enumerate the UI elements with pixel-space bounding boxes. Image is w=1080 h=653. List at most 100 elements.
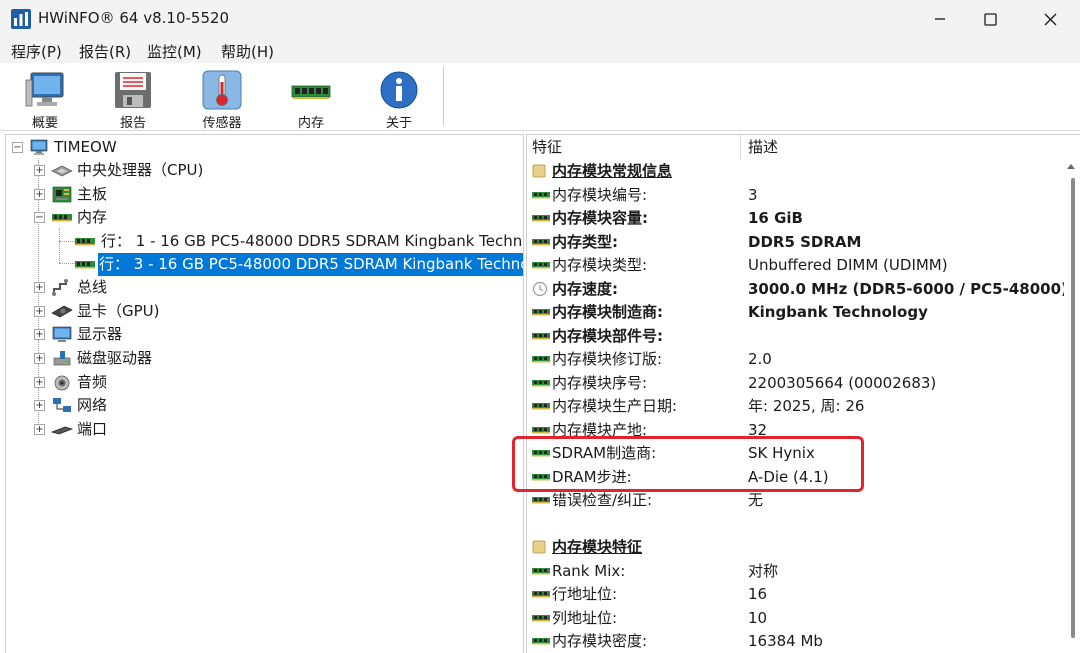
expand-toggle[interactable]: + bbox=[34, 400, 45, 411]
property-row[interactable]: Rank Mix: 对称 bbox=[527, 560, 1057, 583]
toolbar-separator bbox=[443, 67, 444, 125]
tree-item-drives[interactable]: + 磁盘驱动器 bbox=[34, 347, 514, 370]
property-row[interactable]: 内存类型: DDR5 SDRAM bbox=[527, 231, 1057, 254]
close-button[interactable] bbox=[1025, 0, 1075, 38]
minimize-icon bbox=[935, 18, 945, 20]
tree-item-memory-slot-3[interactable]: 行： 3 - 16 GB PC5-48000 DDR5 SDRAM Kingba… bbox=[74, 253, 523, 276]
tree-item-audio[interactable]: + 音频 bbox=[34, 371, 514, 394]
memory-module-icon bbox=[75, 238, 95, 246]
column-header-feature[interactable]: 特征 bbox=[532, 135, 737, 159]
collapse-toggle[interactable]: − bbox=[34, 212, 45, 223]
expand-toggle[interactable]: + bbox=[34, 165, 45, 176]
tree-item-label: 主板 bbox=[77, 185, 108, 203]
property-row[interactable]: 内存模块部件号: bbox=[527, 325, 1057, 348]
menu-bar: 程序(P) 报告(R) 监控(M) 帮助(H) bbox=[0, 38, 1080, 63]
menu-program[interactable]: 程序(P) bbox=[11, 41, 62, 62]
property-row[interactable]: 内存模块类型: Unbuffered DIMM (UDIMM) bbox=[527, 254, 1057, 277]
memory-module-icon bbox=[532, 591, 550, 598]
title-bar: HWiNFO® 64 v8.10-5520 bbox=[0, 0, 1080, 38]
property-key: 错误检查/纠正: bbox=[552, 491, 653, 509]
maximize-icon bbox=[983, 12, 997, 26]
toolbar-about-button[interactable]: 关于 bbox=[364, 66, 434, 131]
section-header[interactable]: 内存模块特征 bbox=[527, 536, 1057, 559]
property-key: 内存模块类型: bbox=[552, 256, 648, 274]
tree-item-label: 总线 bbox=[77, 278, 108, 296]
property-value: 2.0 bbox=[748, 350, 772, 368]
property-row[interactable]: 错误检查/纠正: 无 bbox=[527, 489, 1057, 512]
minimize-button[interactable] bbox=[915, 0, 965, 38]
gpu-icon bbox=[51, 305, 73, 318]
tree-item-memory[interactable]: − 内存 bbox=[34, 206, 514, 229]
toolbar-memory-button[interactable]: 内存 bbox=[276, 66, 346, 131]
display-icon bbox=[52, 326, 72, 342]
tree-item-label: 端口 bbox=[77, 420, 108, 438]
menu-help[interactable]: 帮助(H) bbox=[221, 41, 274, 62]
memory-module-icon bbox=[532, 191, 550, 198]
property-row[interactable]: 内存模块序号: 2200305664 (00002683) bbox=[527, 372, 1057, 395]
expand-toggle[interactable]: + bbox=[34, 424, 45, 435]
memory-module-icon bbox=[532, 332, 550, 339]
property-key: 内存类型: bbox=[552, 232, 618, 251]
property-row[interactable]: 内存模块密度: 16384 Mb bbox=[527, 630, 1057, 653]
property-row[interactable]: 内存模块生产日期: 年: 2025, 周: 26 bbox=[527, 395, 1057, 418]
tree-item-root[interactable]: − TIMEOW bbox=[12, 136, 512, 159]
tree-item-label: 行： 1 - 16 GB PC5-48000 DDR5 SDRAM Kingba… bbox=[101, 232, 524, 250]
tree-connector bbox=[59, 228, 60, 263]
memory-module-icon bbox=[532, 309, 550, 316]
menu-monitor[interactable]: 监控(M) bbox=[147, 41, 202, 62]
expand-toggle[interactable]: + bbox=[34, 282, 45, 293]
property-key: 内存模块序号: bbox=[552, 373, 648, 392]
column-divider[interactable] bbox=[740, 135, 741, 159]
section-header[interactable]: 内存模块常规信息 bbox=[527, 160, 1057, 183]
memory-module-icon bbox=[532, 567, 550, 574]
scrollbar-thumb[interactable] bbox=[1071, 178, 1075, 638]
tree-item-network[interactable]: + 网络 bbox=[34, 394, 514, 417]
memory-icon bbox=[52, 214, 72, 222]
window-title: HWiNFO® 64 v8.10-5520 bbox=[38, 9, 230, 27]
tree-connector bbox=[59, 241, 75, 242]
tree-item-label: 磁盘驱动器 bbox=[77, 349, 153, 367]
details-pane[interactable]: 特征 描述 内存模块常规信息 内存模块编号: 3 内存模块容量: 16 GiB 内存类型:… bbox=[526, 134, 1080, 653]
property-value: 年: 2025, 周: 26 bbox=[748, 397, 865, 415]
tree-item-bus[interactable]: + 总线 bbox=[34, 276, 514, 299]
property-value: Unbuffered DIMM (UDIMM) bbox=[748, 256, 948, 274]
tree-item-label: 中央处理器（CPU) bbox=[77, 161, 204, 179]
expand-toggle[interactable]: + bbox=[34, 329, 45, 340]
tree-item-memory-slot-1[interactable]: 行： 1 - 16 GB PC5-48000 DDR5 SDRAM Kingba… bbox=[74, 230, 523, 253]
property-row[interactable]: 内存模块编号: 3 bbox=[527, 184, 1057, 207]
property-row[interactable]: 内存模块修订版: 2.0 bbox=[527, 348, 1057, 371]
toolbar-memory-label: 内存 bbox=[297, 116, 324, 131]
tree-item-label: 内存 bbox=[77, 208, 108, 226]
close-icon bbox=[1044, 13, 1056, 25]
info-icon bbox=[380, 71, 418, 109]
tree-item-gpu[interactable]: + 显卡（GPU) bbox=[34, 300, 514, 323]
property-value: DDR5 SDRAM bbox=[748, 232, 862, 251]
expand-toggle[interactable]: + bbox=[34, 353, 45, 364]
property-row[interactable]: 行地址位: 16 bbox=[527, 583, 1057, 606]
tree-item-cpu[interactable]: + 中央处理器（CPU) bbox=[34, 159, 514, 182]
memory-module-icon bbox=[532, 638, 550, 645]
toolbar-sensors-button[interactable]: 传感器 bbox=[187, 66, 257, 131]
property-row[interactable]: 内存模块容量: 16 GiB bbox=[527, 207, 1057, 230]
tree-item-motherboard[interactable]: + 主板 bbox=[34, 183, 514, 206]
memory-module-icon bbox=[75, 261, 95, 269]
collapse-toggle[interactable]: − bbox=[12, 142, 23, 153]
property-row[interactable]: 内存速度: 3000.0 MHz (DDR5-6000 / PC5-48000) bbox=[527, 278, 1068, 301]
menu-report[interactable]: 报告(R) bbox=[79, 41, 131, 62]
expand-toggle[interactable]: + bbox=[34, 377, 45, 388]
scroll-up-arrow-icon[interactable] bbox=[1066, 162, 1076, 170]
memory-module-icon bbox=[532, 614, 550, 621]
tree-item-display[interactable]: + 显示器 bbox=[34, 323, 514, 346]
expand-toggle[interactable]: + bbox=[34, 306, 45, 317]
property-row[interactable]: 内存模块制造商: Kingbank Technology bbox=[527, 301, 1057, 324]
toolbar-report-button[interactable]: 报告 bbox=[98, 66, 168, 131]
toolbar-summary-button[interactable]: 概要 bbox=[10, 66, 80, 131]
device-tree[interactable]: − TIMEOW + 中央处理器（CPU) + 主板 − 内存 行： 1 - 1… bbox=[5, 134, 524, 653]
property-key: 内存模块制造商: bbox=[552, 303, 663, 321]
maximize-button[interactable] bbox=[965, 0, 1015, 38]
tree-item-ports[interactable]: + 端口 bbox=[34, 418, 514, 441]
column-header-description[interactable]: 描述 bbox=[748, 135, 1048, 159]
property-row[interactable]: 列地址位: 10 bbox=[527, 607, 1057, 630]
property-value: 3000.0 MHz (DDR5-6000 / PC5-48000) bbox=[748, 279, 1068, 298]
expand-toggle[interactable]: + bbox=[34, 189, 45, 200]
